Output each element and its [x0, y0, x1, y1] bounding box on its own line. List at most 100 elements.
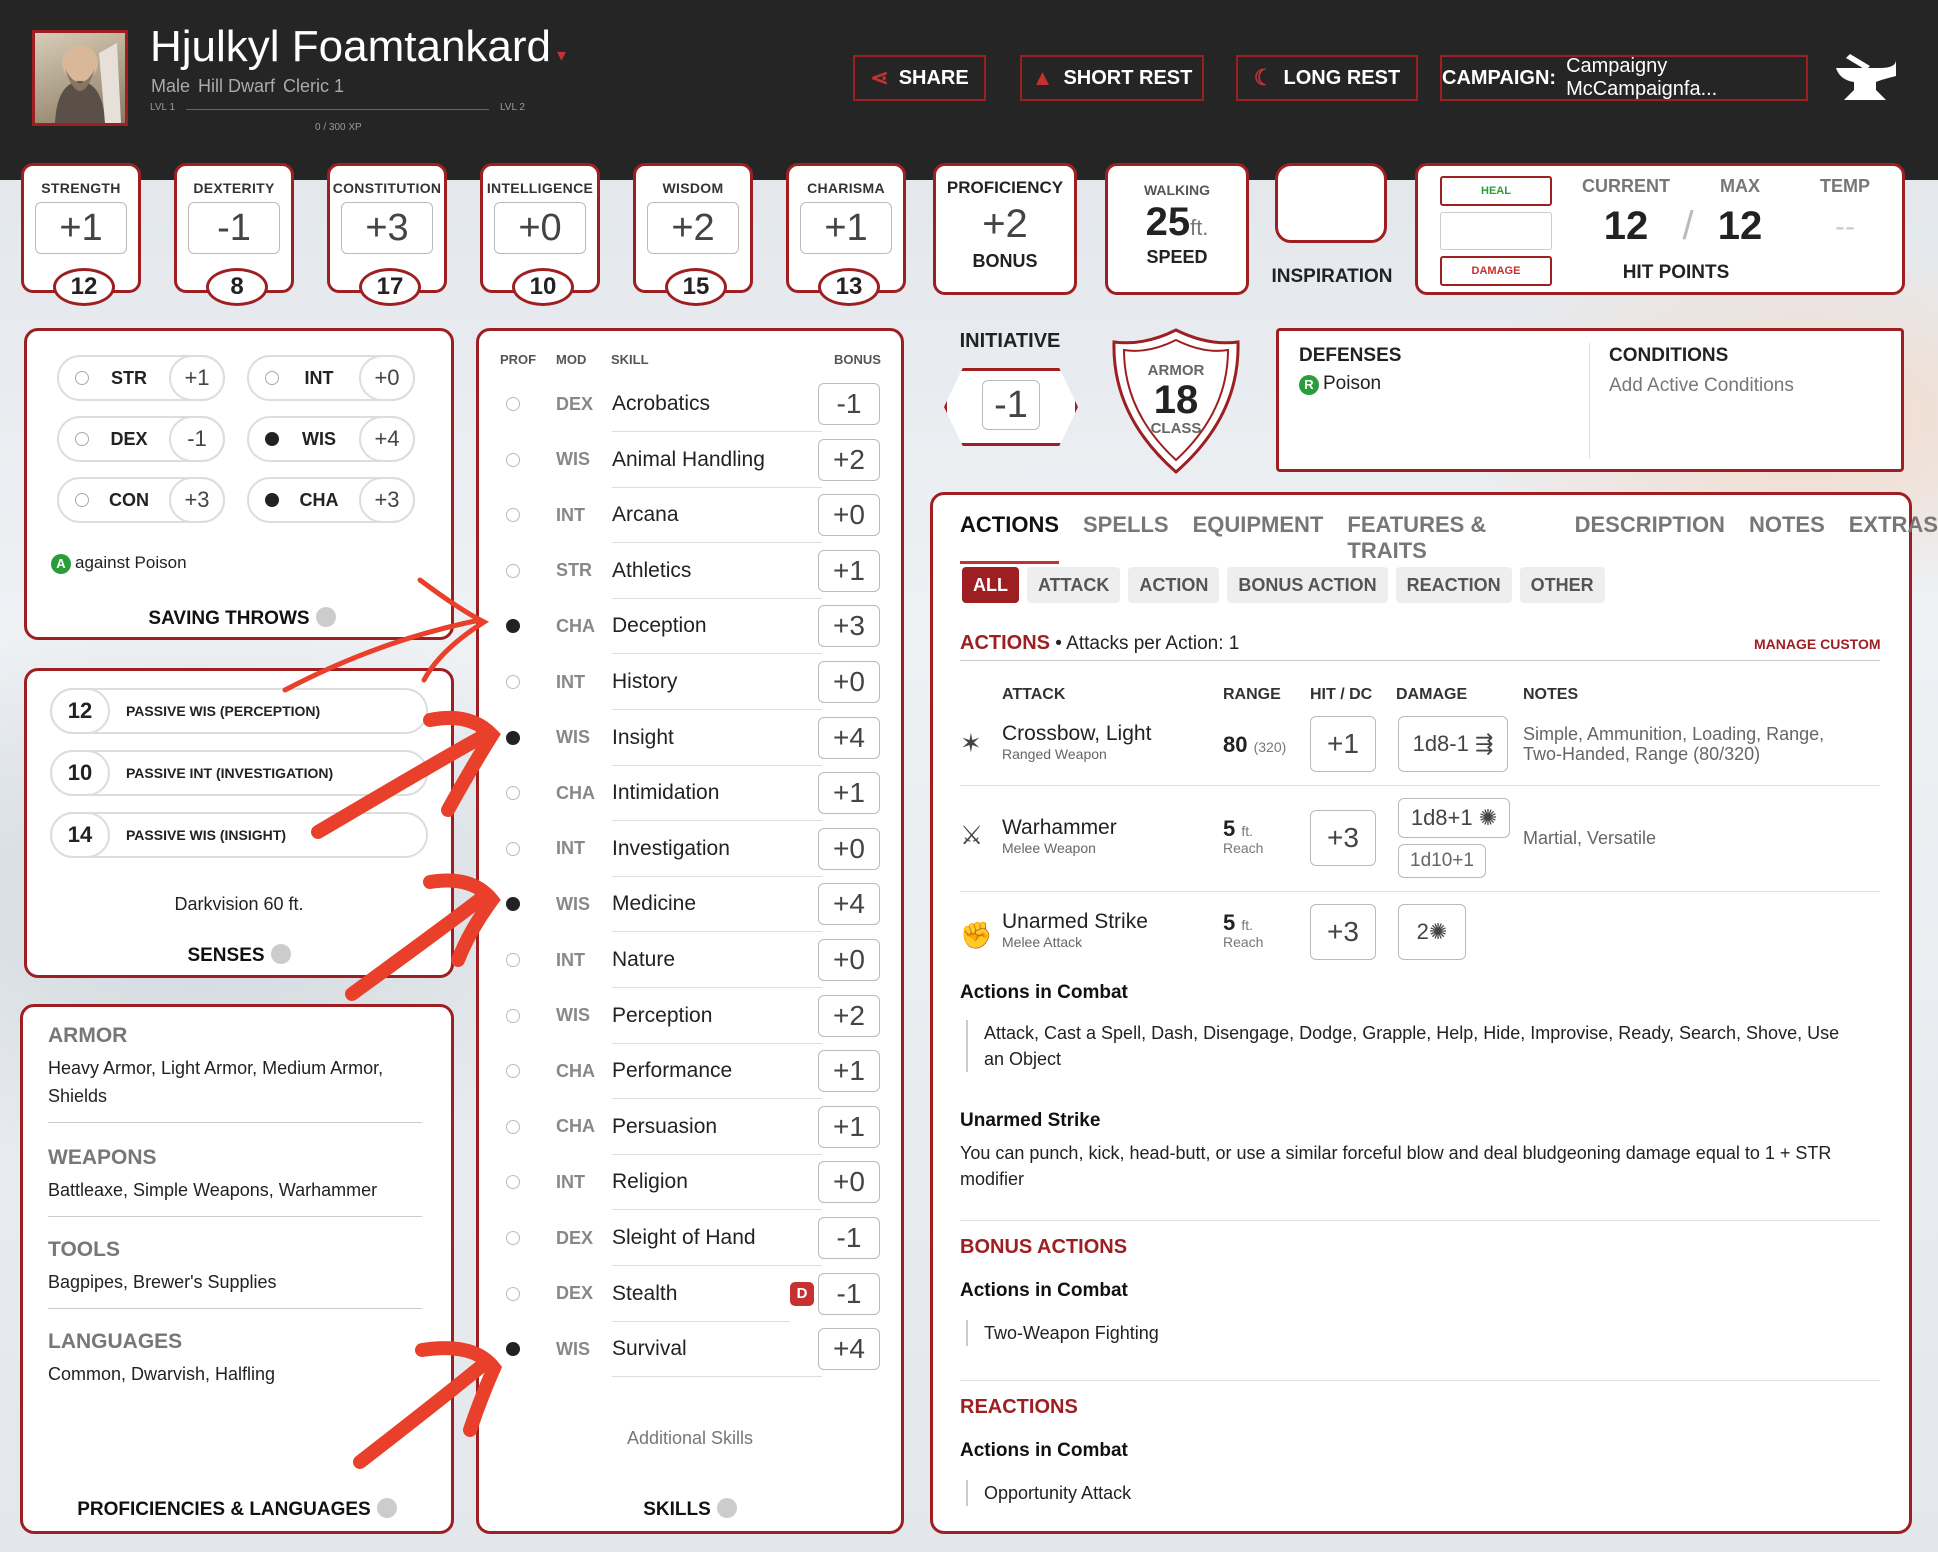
ability-charisma[interactable]: CHARISMA +1 13: [786, 163, 906, 306]
skill-row-nature[interactable]: INT Nature +0: [500, 932, 880, 988]
skill-row-insight[interactable]: WIS Insight +4: [500, 710, 880, 766]
filter-bonus-action[interactable]: BONUS ACTION: [1227, 567, 1388, 603]
skill-bonus[interactable]: +0: [818, 939, 880, 981]
conditions-title[interactable]: CONDITIONS: [1609, 345, 1728, 367]
campaign-button[interactable]: CAMPAIGN: Campaigny McCampaignfa...: [1440, 55, 1808, 101]
ability-wisdom[interactable]: WISDOM +2 15: [633, 163, 753, 306]
ability-intelligence[interactable]: INTELLIGENCE +0 10: [480, 163, 600, 306]
ability-score[interactable]: 10: [512, 268, 574, 306]
tab-description[interactable]: DESCRIPTION: [1575, 512, 1725, 564]
skill-row-investigation[interactable]: INT Investigation +0: [500, 821, 880, 877]
skill-row-athletics[interactable]: STR Athletics +1: [500, 543, 880, 599]
character-name[interactable]: Hjulkyl Foamtankard ▾: [150, 22, 566, 72]
save-str[interactable]: STR +1: [57, 355, 225, 401]
anvil-logo-icon[interactable]: [1830, 50, 1900, 106]
skill-bonus[interactable]: +2: [818, 994, 880, 1037]
skill-bonus[interactable]: +0: [818, 661, 880, 703]
ability-dexterity[interactable]: DEXTERITY -1 8: [174, 163, 294, 306]
skill-bonus[interactable]: +4: [818, 716, 880, 759]
save-con[interactable]: CON +3: [57, 477, 225, 523]
skill-row-survival[interactable]: WIS Survival +4: [500, 1321, 880, 1378]
ability-strength[interactable]: STRENGTH +1 12: [21, 163, 141, 306]
filter-action[interactable]: ACTION: [1128, 567, 1220, 603]
skill-bonus[interactable]: +4: [818, 1328, 880, 1371]
add-conditions-link[interactable]: Add Active Conditions: [1609, 375, 1794, 397]
save-cha[interactable]: CHA +3: [247, 477, 415, 523]
long-rest-button[interactable]: ☾ LONG REST: [1236, 55, 1418, 101]
skill-row-intimidation[interactable]: CHA Intimidation +1: [500, 765, 880, 822]
manage-custom-link[interactable]: MANAGE CUSTOM: [1754, 636, 1881, 652]
versatile-damage-button[interactable]: 1d10+1: [1398, 844, 1486, 878]
gear-icon[interactable]: [376, 1498, 397, 1518]
actions-in-combat-list[interactable]: Attack, Cast a Spell, Dash, Disengage, D…: [966, 1020, 1856, 1072]
damage-button[interactable]: 1d8+1 ✺: [1398, 798, 1510, 838]
filter-reaction[interactable]: REACTION: [1395, 567, 1512, 603]
opportunity-attack[interactable]: Opportunity Attack: [966, 1480, 1131, 1506]
hp-temp[interactable]: --: [1800, 210, 1890, 244]
attack-hit-button[interactable]: +3: [1310, 810, 1376, 866]
skill-row-sleight-of-hand[interactable]: DEX Sleight of Hand -1: [500, 1210, 880, 1266]
damage-button[interactable]: 2✺: [1398, 904, 1466, 960]
tab-notes[interactable]: NOTES: [1749, 512, 1825, 564]
skill-bonus[interactable]: +3: [818, 605, 880, 648]
tab-actions[interactable]: ACTIONS: [960, 512, 1059, 564]
two-weapon-fighting[interactable]: Two-Weapon Fighting: [966, 1320, 1159, 1346]
skill-bonus[interactable]: +4: [818, 883, 880, 926]
skill-row-perception[interactable]: WIS Perception +2: [500, 988, 880, 1044]
save-dex[interactable]: DEX -1: [57, 416, 225, 462]
skill-bonus[interactable]: +0: [818, 827, 880, 870]
tab-spells[interactable]: SPELLS: [1083, 512, 1169, 564]
ability-score[interactable]: 15: [665, 268, 727, 306]
attack-hit-button[interactable]: +3: [1310, 904, 1376, 960]
skill-row-medicine[interactable]: WIS Medicine +4: [500, 876, 880, 933]
tab-features-traits[interactable]: FEATURES & TRAITS: [1347, 512, 1550, 564]
skill-bonus[interactable]: +2: [818, 438, 880, 481]
attack-row-crossbow[interactable]: ✶ Crossbow, Light Ranged Weapon 80 (320)…: [960, 708, 1880, 786]
share-button[interactable]: ⋖ SHARE: [853, 55, 986, 101]
filter-attack[interactable]: ATTACK: [1027, 567, 1121, 603]
skill-bonus[interactable]: +0: [818, 494, 880, 537]
filter-all[interactable]: ALL: [962, 567, 1019, 603]
hp-current[interactable]: 12: [1576, 204, 1676, 249]
ability-score[interactable]: 17: [359, 268, 421, 306]
heal-button[interactable]: HEAL: [1440, 176, 1552, 206]
skill-row-religion[interactable]: INT Religion +0: [500, 1154, 880, 1211]
skill-bonus[interactable]: -1: [818, 383, 880, 425]
skill-bonus[interactable]: +1: [818, 1105, 880, 1148]
ability-score[interactable]: 8: [206, 268, 268, 306]
save-wis[interactable]: WIS +4: [247, 416, 415, 462]
skill-bonus[interactable]: +0: [818, 1161, 880, 1204]
skill-row-animal-handling[interactable]: WIS Animal Handling +2: [500, 432, 880, 488]
tab-extras[interactable]: EXTRAS: [1849, 512, 1938, 564]
tab-equipment[interactable]: EQUIPMENT: [1193, 512, 1324, 564]
skill-row-performance[interactable]: CHA Performance +1: [500, 1043, 880, 1100]
character-avatar[interactable]: [32, 30, 128, 126]
ability-score[interactable]: 12: [53, 268, 115, 306]
attack-row-warhammer[interactable]: ⚔ Warhammer Melee Weapon 5 ft. Reach +3 …: [960, 786, 1880, 892]
damage-button[interactable]: 1d8-1 ⇶: [1398, 716, 1508, 772]
damage-button[interactable]: DAMAGE: [1440, 256, 1552, 286]
walking-speed[interactable]: WALKING 25ft. SPEED: [1105, 163, 1249, 295]
skill-row-history[interactable]: INT History +0: [500, 654, 880, 710]
skill-row-arcana[interactable]: INT Arcana +0: [500, 487, 880, 544]
attack-row-unarmed[interactable]: ✊ Unarmed Strike Melee Attack 5 ft. Reac…: [960, 892, 1880, 988]
additional-skills-link[interactable]: Additional Skills: [476, 1428, 904, 1449]
skill-bonus[interactable]: -1: [818, 1217, 880, 1259]
skill-bonus[interactable]: +1: [818, 772, 880, 815]
skill-row-deception[interactable]: CHA Deception +3: [500, 598, 880, 655]
skill-bonus[interactable]: +1: [818, 1050, 880, 1093]
ability-score[interactable]: 13: [818, 268, 880, 306]
filter-other[interactable]: OTHER: [1519, 567, 1605, 603]
save-int[interactable]: INT +0: [247, 355, 415, 401]
ability-constitution[interactable]: CONSTITUTION +3 17: [327, 163, 447, 306]
skill-row-persuasion[interactable]: CHA Persuasion +1: [500, 1099, 880, 1155]
gear-icon[interactable]: [315, 607, 336, 627]
gear-icon[interactable]: [716, 1498, 737, 1518]
skill-row-acrobatics[interactable]: DEX Acrobatics -1: [500, 376, 880, 432]
defenses-title[interactable]: DEFENSES: [1299, 345, 1401, 367]
inspiration-toggle[interactable]: [1275, 163, 1387, 243]
armor-class-value[interactable]: 18: [1108, 378, 1244, 423]
attack-hit-button[interactable]: +1: [1310, 716, 1376, 772]
chevron-down-icon[interactable]: ▾: [557, 45, 566, 65]
skill-row-stealth[interactable]: DEX Stealth D -1: [500, 1266, 880, 1322]
